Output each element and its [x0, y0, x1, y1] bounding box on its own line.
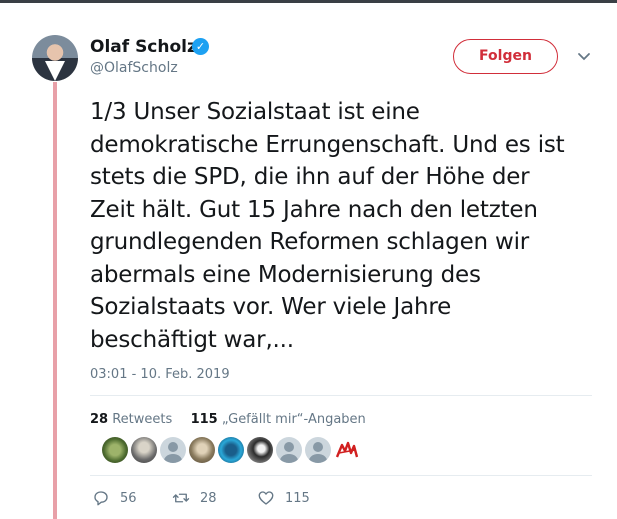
chevron-down-icon[interactable] [576, 48, 592, 64]
tweet-line: abermals eine Modernisierung des [90, 261, 481, 288]
tweet-line: stets die SPD, die ihn auf der Höhe der [90, 164, 530, 190]
liker-avatar[interactable] [102, 437, 128, 463]
author-handle[interactable]: @OlafScholz [90, 60, 178, 76]
tweet-line: beschäftigt war,... [90, 326, 294, 353]
tweet-line: Zeit hält. Gut 15 Jahre nach den letzten [90, 196, 538, 223]
thread-line [53, 82, 57, 519]
tweet-stats: 28 Retweets 115 „Gefällt mir“-Angaben [90, 412, 366, 427]
liker-avatar[interactable] [305, 437, 331, 463]
liker-avatars [102, 437, 360, 463]
reply-icon [94, 491, 108, 506]
tweet-actions: 56 28 115 [92, 489, 310, 507]
retweet-count: 28 [200, 490, 217, 506]
like-button[interactable]: 115 [257, 489, 310, 507]
follow-button[interactable]: Folgen [453, 39, 558, 74]
tweet-line: demokratische Errungenschaft. Und es ist [90, 131, 565, 158]
likes-count[interactable]: 115 [191, 412, 218, 427]
tweet-line: 1/3 Unser Sozialstaat ist eine [90, 99, 420, 125]
tweet-text: 1/3 Unser Sozialstaat ist eine demokrati… [90, 96, 610, 356]
avatar[interactable] [32, 35, 78, 81]
liker-avatar[interactable] [160, 437, 186, 463]
likes-label[interactable]: „Gefällt mir“-Angaben [222, 412, 366, 427]
divider [90, 475, 592, 476]
retweet-icon [172, 493, 190, 503]
tweet-line: Sozialstaats vor. Wer viele Jahre [90, 294, 452, 320]
antifa-logo-icon [335, 441, 359, 458]
divider [90, 395, 592, 396]
liker-avatar[interactable] [247, 437, 273, 463]
liker-avatar[interactable] [276, 437, 302, 463]
like-count: 115 [285, 490, 310, 506]
reply-count: 56 [120, 490, 137, 506]
author-name[interactable]: Olaf Scholz [90, 37, 197, 57]
liker-avatar[interactable] [189, 437, 215, 463]
liker-avatar[interactable] [334, 437, 360, 463]
tweet-timestamp[interactable]: 03:01 - 10. Feb. 2019 [90, 367, 230, 382]
liker-avatar[interactable] [218, 437, 244, 463]
heart-icon [258, 491, 274, 505]
reply-button[interactable]: 56 [92, 489, 172, 507]
retweets-count[interactable]: 28 [90, 412, 108, 427]
verified-badge-icon: ✓ [192, 38, 209, 55]
liker-avatar[interactable] [131, 437, 157, 463]
retweets-label[interactable]: Retweets [112, 412, 172, 427]
top-border [0, 0, 617, 3]
retweet-button[interactable]: 28 [172, 489, 257, 507]
tweet-line: grundlegenden Reformen schlagen wir [90, 229, 530, 255]
